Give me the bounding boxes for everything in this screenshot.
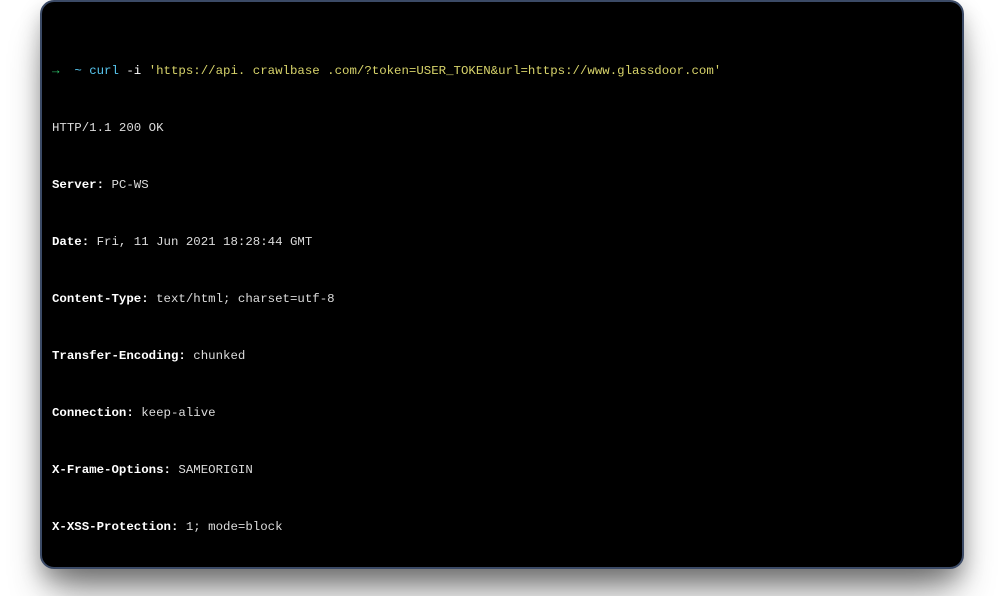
command-url-arg: 'https://api. crawlbase .com/?token=USER… — [149, 64, 722, 78]
header-row: X-XSS-Protection: 1; mode=block — [52, 518, 962, 537]
header-value: 1; mode=block — [178, 520, 282, 534]
header-key: Transfer-Encoding: — [52, 349, 186, 363]
terminal-window: → ~ curl -i 'https://api. crawlbase .com… — [40, 0, 964, 569]
header-key: Content-Type: — [52, 292, 149, 306]
header-row: X-Frame-Options: SAMEORIGIN — [52, 461, 962, 480]
terminal-output[interactable]: → ~ curl -i 'https://api. crawlbase .com… — [52, 24, 962, 567]
header-row: Transfer-Encoding: chunked — [52, 347, 962, 366]
prompt-arrow-icon: → — [52, 64, 59, 78]
header-key: Connection: — [52, 406, 134, 420]
header-key: X-Frame-Options: — [52, 463, 171, 477]
header-row: Server: PC-WS — [52, 176, 962, 195]
header-row: Connection: keep-alive — [52, 404, 962, 423]
header-row: Date: Fri, 11 Jun 2021 18:28:44 GMT — [52, 233, 962, 252]
http-status-line: HTTP/1.1 200 OK — [52, 119, 962, 138]
header-value: keep-alive — [134, 406, 216, 420]
header-value: SAMEORIGIN — [171, 463, 253, 477]
prompt-line: → ~ curl -i 'https://api. crawlbase .com… — [52, 62, 962, 81]
command-name: curl — [89, 64, 119, 78]
header-key: X-XSS-Protection: — [52, 520, 178, 534]
header-key: Date: — [52, 235, 89, 249]
header-value: text/html; charset=utf-8 — [149, 292, 335, 306]
header-value: Fri, 11 Jun 2021 18:28:44 GMT — [89, 235, 312, 249]
header-key: Server: — [52, 178, 104, 192]
header-value: PC-WS — [104, 178, 149, 192]
header-value: chunked — [186, 349, 246, 363]
prompt-path: ~ — [74, 64, 81, 78]
command-flag: -i — [126, 64, 141, 78]
header-row: Content-Type: text/html; charset=utf-8 — [52, 290, 962, 309]
